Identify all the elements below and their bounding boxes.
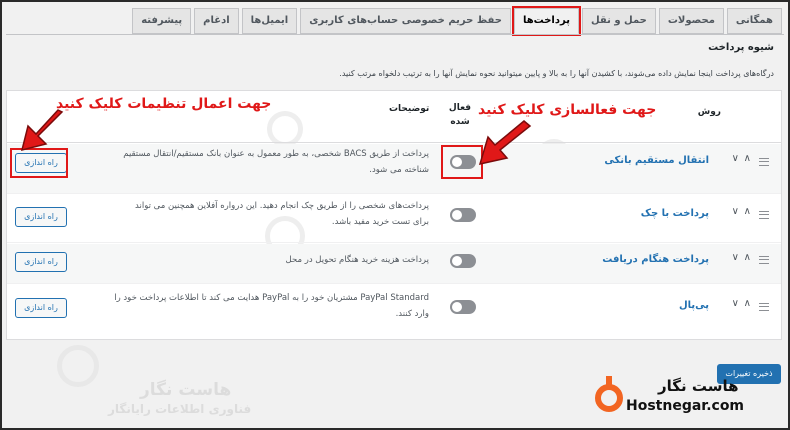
tab-advanced[interactable]: پیشرفته bbox=[132, 8, 192, 34]
chevron-down-icon[interactable]: ∨ bbox=[732, 153, 739, 164]
gateway-description: پرداخت از طریق BACS شخصی، به طور معمول ب… bbox=[97, 146, 429, 178]
tab-general[interactable]: همگانی bbox=[726, 8, 782, 34]
gateway-description-line1: پرداخت‌های شخصی را از طریق چک انجام دهید… bbox=[135, 201, 429, 211]
chevron-up-icon[interactable]: ∧ bbox=[744, 298, 751, 309]
column-enabled-line2: شده bbox=[450, 117, 470, 127]
gateway-row: ∨ ∧ پرداخت هنگام دریافت پرداخت هزینه خری… bbox=[7, 244, 781, 284]
column-enabled-line1: فعال bbox=[448, 103, 472, 113]
drag-handle-icon[interactable] bbox=[759, 256, 769, 264]
gateway-setup-button[interactable]: راه اندازی bbox=[15, 298, 67, 318]
chevron-up-icon[interactable]: ∧ bbox=[744, 252, 751, 263]
tab-products[interactable]: محصولات bbox=[658, 8, 724, 34]
arrow-down-left-icon bbox=[20, 109, 64, 152]
gateway-description: PayPal Standard مشتریان خود را به PayPal… bbox=[97, 290, 429, 322]
gateway-row: ∨ ∧ انتقال مستقیم بانکی پرداخت از طریق B… bbox=[7, 144, 781, 194]
annotation-settings: جهت اعمال تنظیمات کلیک کنید bbox=[56, 96, 272, 112]
drag-handle-icon[interactable] bbox=[759, 158, 769, 166]
gateway-setup-button[interactable]: راه اندازی bbox=[15, 207, 67, 227]
annotation-activate: جهت فعالسازی کلیک کنید bbox=[478, 102, 657, 118]
gateway-enable-toggle[interactable] bbox=[450, 300, 476, 314]
gateway-description: پرداخت‌های شخصی را از طریق چک انجام دهید… bbox=[97, 198, 429, 230]
arrow-left-icon bbox=[478, 120, 532, 166]
brand-name: هاست نگار bbox=[658, 377, 739, 395]
gateway-row: ∨ ∧ پی‌پال PayPal Standard مشتریان خود ر… bbox=[7, 285, 781, 335]
drag-handle-icon[interactable] bbox=[759, 303, 769, 311]
gateway-enable-toggle[interactable] bbox=[450, 208, 476, 222]
gateway-description-line1: پرداخت هزینه خرید هنگام تحویل در محل bbox=[285, 255, 429, 265]
gateway-description-line2: برای تست خرید مفید باشد. bbox=[331, 217, 429, 227]
gateway-row: ∨ ∧ پرداخت با چک پرداخت‌های شخصی را از ط… bbox=[7, 195, 781, 243]
column-enabled: فعال شده bbox=[445, 101, 475, 129]
tab-payments[interactable]: پرداخت‌ها bbox=[511, 6, 581, 36]
brand-domain: Hostnegar.com bbox=[626, 398, 745, 414]
gateway-name-link[interactable]: پی‌پال bbox=[679, 300, 709, 311]
watermark-logo-icon bbox=[57, 345, 99, 387]
tab-integration[interactable]: ادغام bbox=[194, 8, 239, 34]
tabs-divider bbox=[6, 34, 784, 35]
column-description: توضیحات bbox=[389, 104, 430, 114]
gateway-description: پرداخت هزینه خرید هنگام تحویل در محل bbox=[97, 252, 429, 268]
tab-emails[interactable]: ایمیل‌ها bbox=[241, 8, 298, 34]
settings-tabs: همگانی محصولات حمل و نقل پرداخت‌ها حفظ ح… bbox=[132, 6, 782, 36]
gateway-name-link[interactable]: پرداخت با چک bbox=[641, 208, 709, 219]
gateway-enable-toggle[interactable] bbox=[450, 254, 476, 268]
chevron-down-icon[interactable]: ∨ bbox=[732, 206, 739, 217]
chevron-down-icon[interactable]: ∨ bbox=[732, 252, 739, 263]
drag-handle-icon[interactable] bbox=[759, 211, 769, 219]
chevron-down-icon[interactable]: ∨ bbox=[732, 298, 739, 309]
gateway-description-line2: وارد کنند. bbox=[395, 309, 429, 319]
gateway-setup-button[interactable]: راه اندازی bbox=[15, 252, 67, 272]
tab-shipping[interactable]: حمل و نقل bbox=[581, 8, 656, 34]
gateway-description-line2: شناخته می شود. bbox=[369, 165, 429, 175]
section-description: درگاه‌های پرداخت اینجا نمایش داده می‌شون… bbox=[339, 69, 774, 78]
column-method: روش bbox=[697, 107, 721, 117]
gateway-name-link[interactable]: پرداخت هنگام دریافت bbox=[602, 254, 709, 265]
payment-gateways-table: روش فعال شده توضیحات ∨ ∧ انتقال مستقیم ب… bbox=[6, 90, 782, 387]
gateway-description-line1: پرداخت از طریق BACS شخصی، به طور معمول ب… bbox=[123, 149, 429, 159]
chevron-up-icon[interactable]: ∧ bbox=[744, 153, 751, 164]
watermark-text: هاست نگار bbox=[140, 380, 232, 400]
gateway-name-link[interactable]: انتقال مستقیم بانکی bbox=[604, 155, 709, 166]
gateway-description-line1: PayPal Standard مشتریان خود را به PayPal… bbox=[114, 293, 429, 303]
chevron-up-icon[interactable]: ∧ bbox=[744, 206, 751, 217]
hostnegar-logo-icon bbox=[595, 376, 623, 412]
watermark-subtitle: فناوری اطلاعات رایانگار bbox=[108, 402, 252, 416]
section-title: شیوه پرداخت bbox=[708, 42, 774, 53]
tab-accounts-privacy[interactable]: حفظ حریم خصوصی حساب‌های کاربری bbox=[300, 8, 511, 34]
